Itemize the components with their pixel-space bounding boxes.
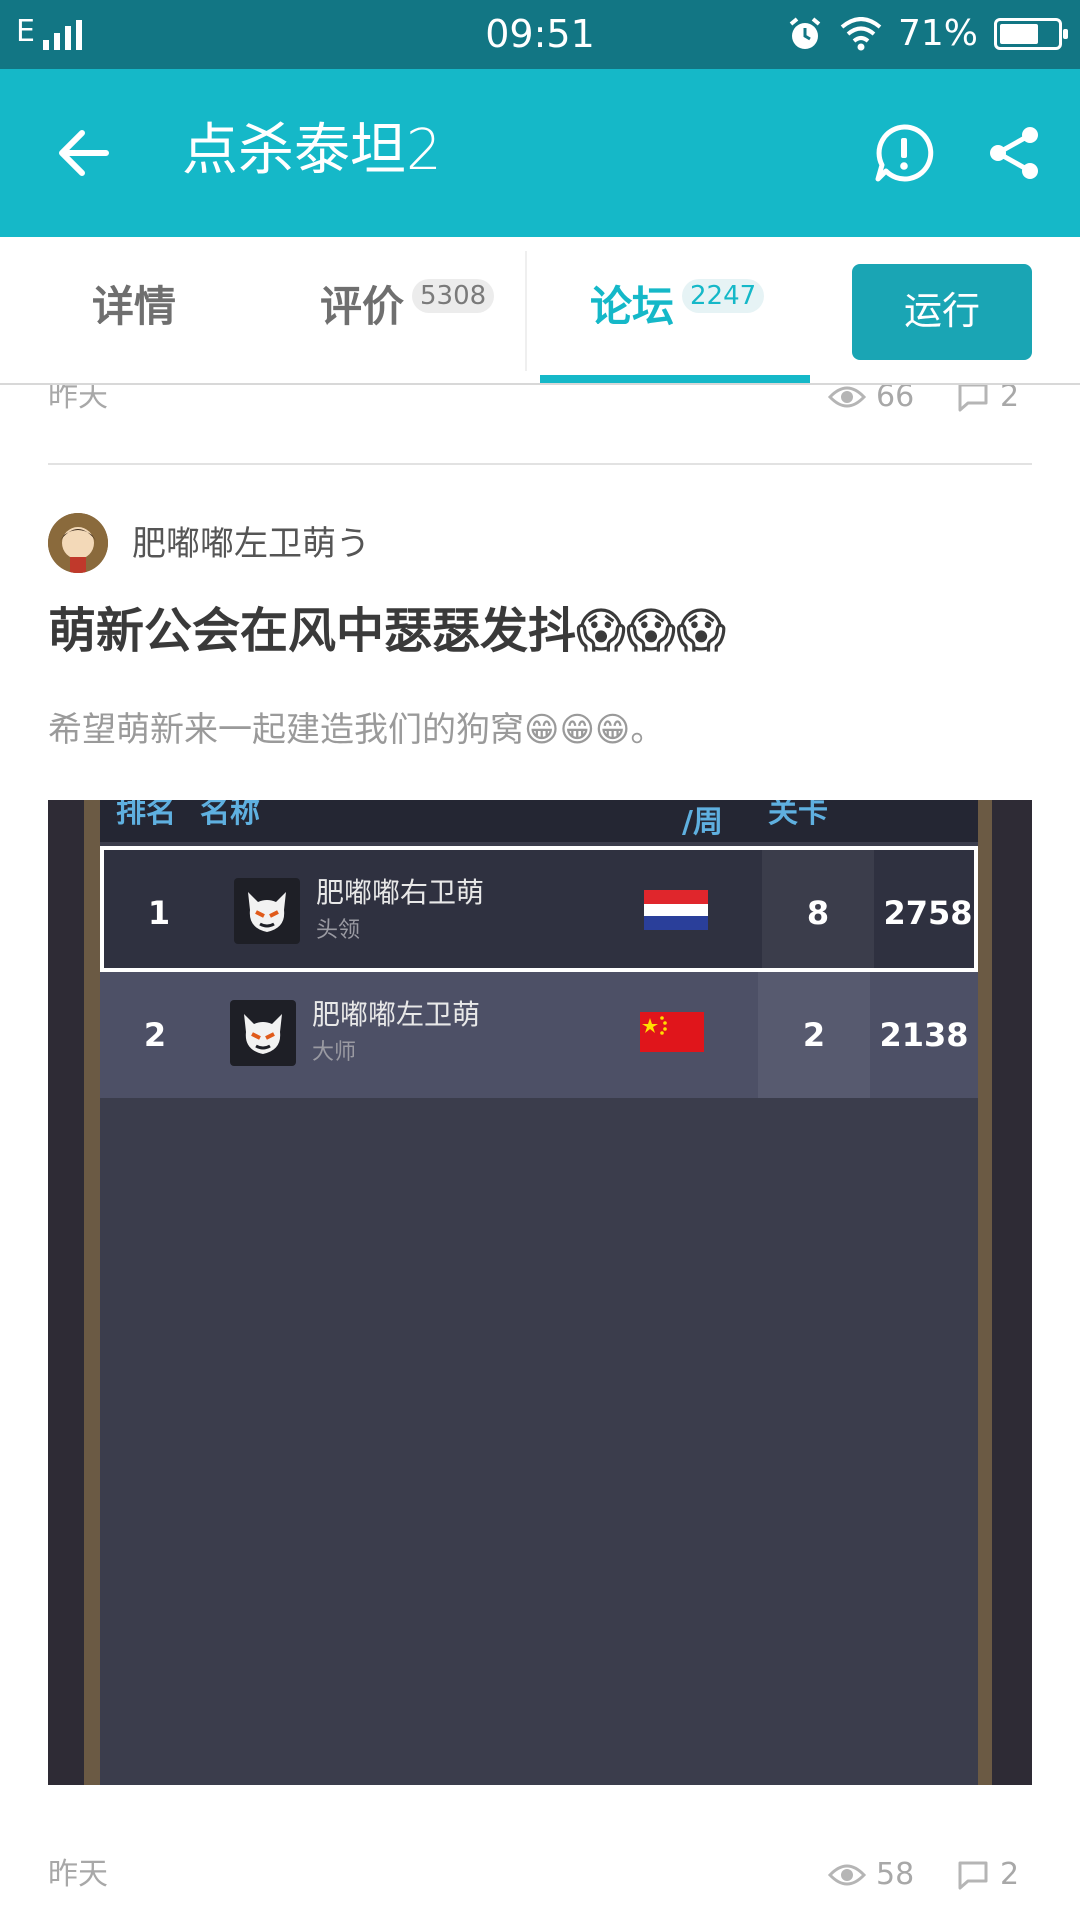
exclamation-bubble-icon[interactable]: [872, 121, 936, 185]
view-count: 66: [828, 385, 914, 417]
tab-reviews[interactable]: 评价 5308: [320, 277, 495, 337]
avatar[interactable]: [48, 513, 108, 573]
weekly-value: 2: [802, 1016, 826, 1054]
rank-value: 1: [147, 894, 171, 932]
run-button[interactable]: 运行: [852, 264, 1032, 360]
devil-emblem-icon: [230, 1000, 296, 1066]
tab-label: 评价: [320, 282, 405, 331]
battery-percent: 71%: [897, 13, 978, 54]
leaderboard-row: 1 肥嘟嘟右卫萌 头领 8 2758: [100, 846, 978, 972]
china-flag-icon: [640, 1012, 704, 1052]
tab-label: 详情: [92, 282, 177, 331]
comment-count-value: 2: [1000, 385, 1020, 414]
forum-feed[interactable]: 昨天 66 2 肥嘟嘟左卫萌う 萌新公会在风中瑟瑟发抖😱😱�: [0, 385, 1080, 1920]
post-meta: 昨天 58 2: [48, 1855, 1032, 1895]
player-role: 头领: [316, 918, 361, 943]
header-level: 关卡: [768, 800, 828, 830]
rank-value: 2: [143, 1016, 167, 1054]
leaderboard-header: 排名 名称 /周 关卡: [100, 800, 978, 842]
comment-count[interactable]: 2: [954, 385, 1019, 417]
image-frame: [84, 800, 100, 1785]
devil-emblem-icon: [234, 878, 300, 944]
header-week: /周: [682, 805, 723, 840]
count-badge: 5308: [412, 279, 495, 313]
post-divider: [48, 463, 1032, 465]
author-name[interactable]: 肥嘟嘟左卫萌う: [132, 521, 370, 567]
tab-forum[interactable]: 论坛 2247: [590, 277, 765, 337]
view-count-value: 58: [876, 1857, 915, 1892]
count-badge: 2247: [682, 279, 765, 313]
app-bar: 点杀泰坦2: [0, 69, 1080, 237]
level-value: 2758: [883, 894, 973, 932]
post-date: 昨天: [48, 385, 108, 414]
view-count-value: 66: [876, 385, 915, 414]
view-count: 58: [828, 1855, 914, 1895]
wifi-icon: [840, 17, 882, 51]
post-title[interactable]: 萌新公会在风中瑟瑟发抖😱😱😱: [48, 599, 726, 663]
tab-label: 论坛: [590, 282, 675, 331]
comment-bubble-icon: [958, 385, 988, 412]
post-image[interactable]: 排名 名称 /周 关卡 1 肥嘟嘟右卫萌 头领 8 2758 2 肥嘟嘟左卫萌 …: [48, 800, 1032, 1785]
status-icons: 71%: [786, 13, 1068, 54]
tab-divider: [525, 251, 527, 371]
eye-icon: [828, 386, 866, 408]
eye-icon: [828, 1864, 866, 1886]
player-name: 肥嘟嘟左卫萌: [312, 998, 481, 1031]
leaderboard-row: 2 肥嘟嘟左卫萌 大师 2 2138: [100, 972, 978, 1098]
battery-icon: [994, 18, 1068, 50]
weekly-value: 8: [806, 894, 830, 932]
player-name: 肥嘟嘟右卫萌: [316, 876, 485, 909]
avatar-image: [48, 513, 108, 573]
active-tab-indicator: [540, 375, 810, 383]
page-title: 点杀泰坦2: [182, 118, 442, 183]
comment-count[interactable]: 2: [954, 1855, 1019, 1895]
post-excerpt: 希望萌新来一起建造我们的狗窝😁😁😁。: [48, 710, 665, 750]
header-name: 名称: [200, 800, 260, 830]
header-rank: 排名: [116, 800, 176, 830]
player-role: 大师: [312, 1040, 357, 1065]
comment-count-value: 2: [1000, 1857, 1020, 1892]
netherlands-flag-icon: [644, 890, 708, 930]
share-icon[interactable]: [982, 121, 1046, 185]
alarm-icon: [789, 17, 821, 49]
tab-details[interactable]: 详情: [92, 277, 176, 337]
level-value: 2138: [879, 1016, 969, 1054]
tab-bar: 详情 评价 5308 论坛 2247 运行: [0, 237, 1080, 385]
arrow-left-icon[interactable]: [52, 121, 116, 185]
status-bar: E 09:51 71%: [0, 0, 1080, 69]
post-date: 昨天: [48, 1857, 108, 1892]
prev-post-meta: 昨天 66 2: [48, 385, 1032, 417]
comment-bubble-icon: [958, 1861, 988, 1890]
